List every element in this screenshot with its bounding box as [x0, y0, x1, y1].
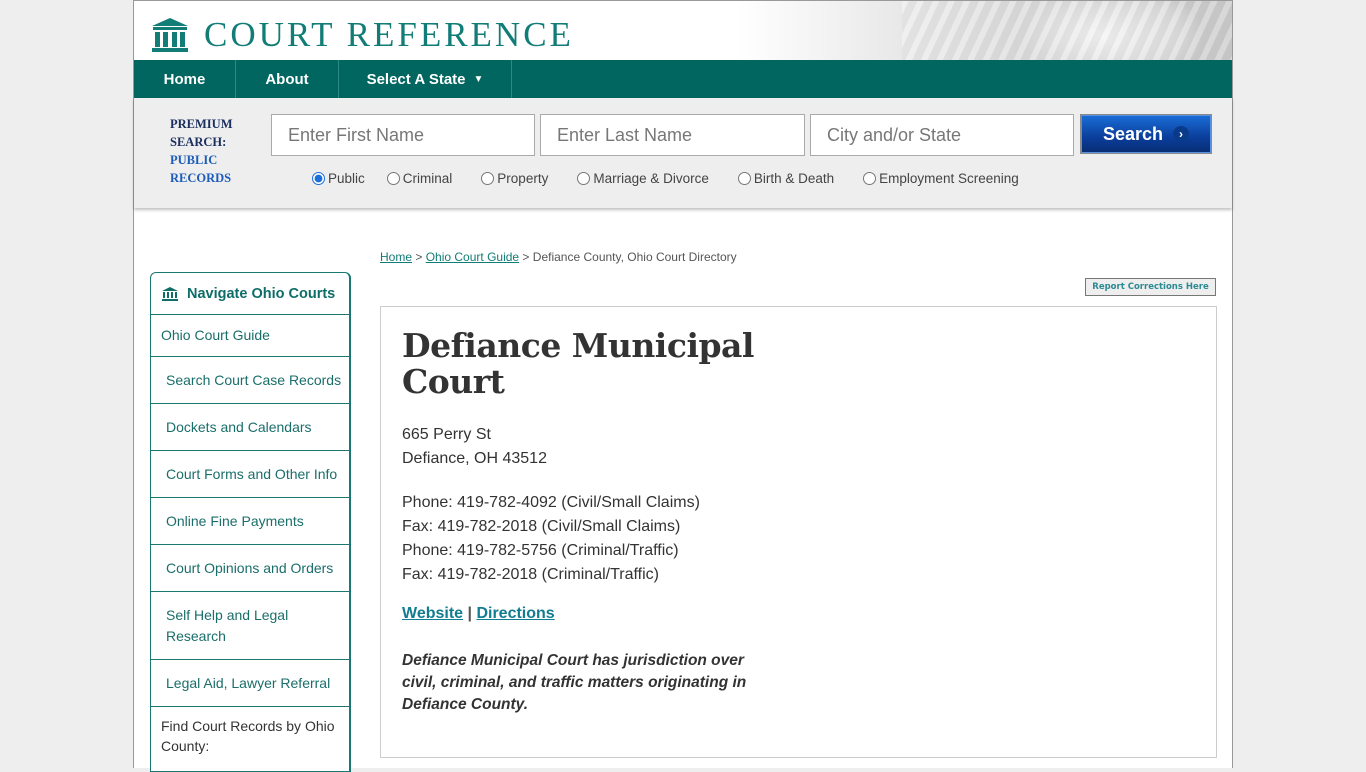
- radio-label: Employment Screening: [879, 171, 1019, 186]
- radio-label: Public: [328, 171, 365, 186]
- sidebar-title: Navigate Ohio Courts: [187, 285, 336, 302]
- sidebar-item-label: Self Help and Legal Research: [166, 606, 289, 644]
- premium-label-line: RECORDS: [170, 171, 232, 185]
- radio-employment-screening[interactable]: Employment Screening: [863, 171, 1019, 186]
- sidebar-item-search-case-records[interactable]: Search Court Case Records: [151, 357, 349, 404]
- breadcrumb-separator: >: [519, 250, 533, 264]
- sidebar-item-label: Legal Aid, Lawyer Referral: [166, 674, 331, 691]
- radio-employment-screening-input[interactable]: [863, 172, 877, 185]
- sidebar-item-court-opinions[interactable]: Court Opinions and Orders: [151, 545, 349, 592]
- nav-home-label: Home: [163, 70, 206, 88]
- address-line: 665 Perry St: [402, 426, 491, 443]
- contact-line: Fax: 419-782-2018 (Civil/Small Claims): [402, 518, 681, 535]
- page-container: COURT REFERENCE Home About Select A Stat…: [133, 0, 1233, 772]
- breadcrumb-home-link[interactable]: Home: [380, 250, 412, 264]
- sidebar-item-self-help[interactable]: Self Help and Legal Research: [151, 592, 349, 660]
- site-name: COURT REFERENCE: [204, 15, 574, 54]
- sidebar-navigate-courts: Navigate Ohio Courts Ohio Court Guide Se…: [150, 272, 351, 772]
- breadcrumb-guide-link[interactable]: Ohio Court Guide: [426, 250, 519, 264]
- court-links: Website | Directions: [402, 605, 555, 623]
- record-type-radio-group: Public Criminal Property Marriage & Divo…: [312, 171, 1019, 186]
- courthouse-icon: [162, 286, 178, 301]
- premium-search-panel: PREMIUM SEARCH: PUBLIC RECORDS Search › …: [134, 98, 1232, 208]
- premium-search-label: PREMIUM SEARCH: PUBLIC RECORDS: [170, 115, 233, 187]
- website-link[interactable]: Website: [402, 605, 463, 622]
- court-contacts: Phone: 419-782-4092 (Civil/Small Claims)…: [402, 491, 700, 587]
- caret-down-icon: ▼: [473, 73, 484, 85]
- radio-criminal-input[interactable]: [386, 172, 400, 185]
- header-decoration: [902, 1, 1232, 60]
- address-line: Defiance, OH 43512: [402, 450, 547, 467]
- radio-property[interactable]: Property: [481, 171, 548, 186]
- search-button[interactable]: Search ›: [1080, 114, 1212, 154]
- radio-property-input[interactable]: [481, 172, 495, 185]
- radio-label: Property: [497, 171, 549, 186]
- nav-select-state[interactable]: Select A State ▼: [339, 60, 512, 98]
- radio-marriage-divorce-input[interactable]: [577, 172, 591, 185]
- radio-birth-death-input[interactable]: [737, 172, 751, 185]
- premium-label-line: PUBLIC: [170, 153, 218, 167]
- radio-label: Marriage & Divorce: [593, 171, 709, 186]
- contact-line: Fax: 419-782-2018 (Criminal/Traffic): [402, 566, 659, 583]
- radio-label: Birth & Death: [753, 171, 835, 186]
- first-name-input[interactable]: [271, 114, 535, 156]
- sidebar-item-label: Ohio Court Guide: [161, 327, 270, 343]
- breadcrumb: Home > Ohio Court Guide > Defiance Count…: [380, 250, 737, 264]
- sidebar-item-dockets-calendars[interactable]: Dockets and Calendars: [151, 404, 349, 451]
- nav-select-state-label: Select A State: [366, 70, 466, 88]
- sidebar-item-legal-aid[interactable]: Legal Aid, Lawyer Referral: [151, 660, 349, 707]
- sidebar-item-label: Online Fine Payments: [166, 512, 304, 529]
- sidebar-item-label: Dockets and Calendars: [166, 418, 312, 435]
- radio-birth-death[interactable]: Birth & Death: [737, 171, 835, 186]
- radio-criminal[interactable]: Criminal: [386, 171, 453, 186]
- sidebar-item-label: Court Forms and Other Info: [166, 465, 338, 482]
- nav-home[interactable]: Home: [134, 60, 236, 98]
- nav-about-label: About: [265, 70, 309, 88]
- court-details-card: Defiance Municipal Court 665 Perry St De…: [380, 306, 1217, 758]
- link-separator: |: [467, 605, 472, 622]
- directions-link[interactable]: Directions: [476, 605, 554, 622]
- court-description: Defiance Municipal Court has jurisdictio…: [402, 652, 747, 713]
- sidebar-item-online-fine-payments[interactable]: Online Fine Payments: [151, 498, 349, 545]
- premium-label-line: PREMIUM: [170, 117, 233, 131]
- sidebar-county-heading: Find Court Records by Ohio County:: [161, 718, 335, 754]
- court-title: Defiance Municipal Court: [402, 326, 754, 401]
- site-logo[interactable]: COURT REFERENCE: [150, 17, 574, 53]
- sidebar-item-label: Search Court Case Records: [166, 371, 342, 388]
- sidebar-item-ohio-court-guide[interactable]: Ohio Court Guide: [151, 315, 349, 357]
- nav-about[interactable]: About: [236, 60, 339, 98]
- radio-label: Criminal: [402, 171, 453, 186]
- city-state-input[interactable]: [810, 114, 1074, 156]
- breadcrumb-separator: >: [412, 250, 426, 264]
- chevron-right-icon: ›: [1173, 126, 1190, 142]
- contact-line: Phone: 419-782-5756 (Criminal/Traffic): [402, 542, 679, 559]
- premium-label-line: SEARCH:: [170, 135, 227, 149]
- sidebar-header: Navigate Ohio Courts: [151, 273, 349, 315]
- sidebar-item-court-forms[interactable]: Court Forms and Other Info: [151, 451, 349, 498]
- main-nav: Home About Select A State ▼: [134, 60, 1232, 98]
- site-header: COURT REFERENCE: [134, 0, 1232, 60]
- search-button-label: Search: [1102, 123, 1164, 144]
- radio-public-input[interactable]: [312, 172, 325, 185]
- courthouse-icon: [152, 18, 188, 52]
- contact-line: Phone: 419-782-4092 (Civil/Small Claims): [402, 494, 700, 511]
- court-address: 665 Perry St Defiance, OH 43512: [402, 423, 547, 471]
- last-name-input[interactable]: [540, 114, 805, 156]
- sidebar-item-label: Court Opinions and Orders: [166, 559, 334, 576]
- radio-marriage-divorce[interactable]: Marriage & Divorce: [577, 171, 709, 186]
- report-corrections-button[interactable]: Report Corrections Here: [1085, 278, 1216, 296]
- breadcrumb-current: Defiance County, Ohio Court Directory: [532, 250, 737, 264]
- radio-public[interactable]: Public: [312, 171, 365, 186]
